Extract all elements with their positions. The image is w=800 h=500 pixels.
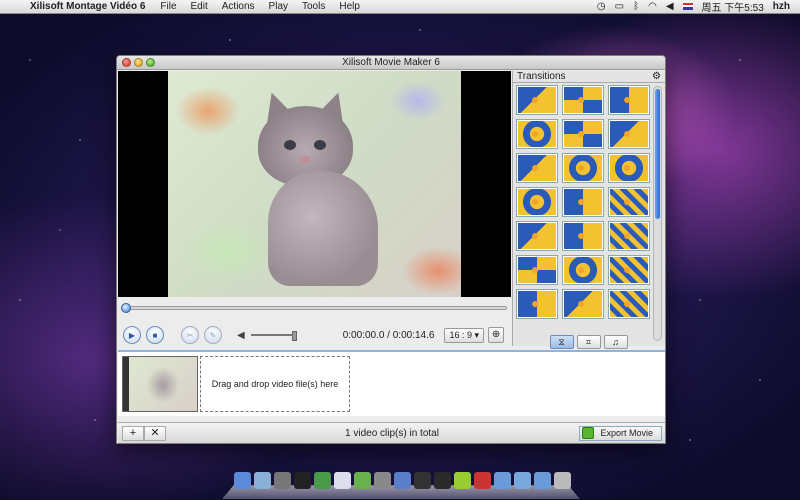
xcode-icon[interactable]	[394, 472, 411, 489]
transition-thumb[interactable]	[562, 85, 604, 115]
stop-button[interactable]: ■	[146, 326, 164, 344]
activity-monitor-icon[interactable]	[414, 472, 431, 489]
documents-folder-icon[interactable]	[514, 472, 531, 489]
app-icon[interactable]	[314, 472, 331, 489]
transitions-panel: Transitions ⚙	[512, 71, 665, 346]
transition-thumb[interactable]	[562, 153, 604, 183]
transition-thumb[interactable]	[516, 221, 558, 251]
menu-file[interactable]: File	[153, 1, 183, 12]
volume-slider[interactable]	[250, 331, 297, 341]
bluetooth-icon[interactable]: ᛒ	[633, 1, 639, 12]
snapshot-target-icon[interactable]: ⊕	[488, 327, 505, 343]
video-preview	[118, 71, 511, 297]
time-machine-icon[interactable]: ◷	[597, 1, 606, 12]
aspect-ratio-value: 16 : 9	[449, 329, 472, 340]
speaker-icon: ◀	[237, 329, 245, 341]
movie-maker-dock-icon[interactable]	[454, 472, 471, 489]
panel-tabs: ⧖ ⌗ ♫	[512, 332, 665, 352]
transition-thumb[interactable]	[608, 119, 650, 149]
transition-thumb[interactable]	[608, 255, 650, 285]
menu-tools[interactable]: Tools	[295, 1, 332, 12]
gear-icon[interactable]: ⚙	[652, 71, 661, 82]
dock	[222, 460, 580, 500]
drop-hint-text: Drag and drop video file(s) here	[211, 379, 339, 389]
split-clip-button[interactable]: ✂	[181, 326, 199, 344]
video-clip-thumbnail[interactable]	[122, 356, 198, 412]
transition-thumb[interactable]	[562, 119, 604, 149]
play-button[interactable]: ▶	[123, 326, 141, 344]
menu-actions[interactable]: Actions	[215, 1, 262, 12]
transitions-scrollbar[interactable]	[653, 86, 662, 341]
aspect-ratio-select[interactable]: 16 : 9 ▾	[444, 327, 485, 343]
film-export-icon	[582, 427, 595, 439]
trash-icon[interactable]	[554, 472, 571, 489]
seek-handle[interactable]	[121, 303, 131, 313]
volume-icon[interactable]: ◀	[666, 1, 674, 12]
transition-thumb[interactable]	[608, 289, 650, 319]
playback-controls: ▶ ■ ✂ ✎ ◀ 0:00:00.0 / 0:00:14.6 16 : 9 ▾…	[123, 324, 508, 346]
drop-zone[interactable]: Drag and drop video file(s) here	[200, 356, 350, 412]
network-icon[interactable]	[374, 472, 391, 489]
app-menu[interactable]: Xilisoft Montage Vidéo 6	[26, 1, 153, 12]
console-icon[interactable]	[434, 472, 451, 489]
remove-clip-button[interactable]: ✕	[144, 425, 166, 441]
system-preferences-icon[interactable]	[274, 472, 291, 489]
minimize-window-button[interactable]	[134, 58, 143, 67]
transition-thumb[interactable]	[608, 85, 650, 115]
transition-thumb[interactable]	[608, 187, 650, 217]
transition-thumb[interactable]	[562, 221, 604, 251]
export-movie-button[interactable]: Export Movie	[579, 425, 662, 441]
zoom-window-button[interactable]	[146, 58, 155, 67]
video-frame	[168, 71, 461, 297]
transition-thumb[interactable]	[516, 187, 558, 217]
add-clip-button[interactable]: +	[122, 425, 144, 441]
transition-grid	[516, 85, 650, 319]
export-movie-label: Export Movie	[600, 428, 653, 438]
applications-folder-icon[interactable]	[494, 472, 511, 489]
edit-clip-button[interactable]: ✎	[204, 326, 222, 344]
app-icon[interactable]	[474, 472, 491, 489]
finder-icon[interactable]	[234, 472, 251, 489]
transition-thumb[interactable]	[516, 119, 558, 149]
menubar-user[interactable]: hzh	[773, 1, 790, 12]
transition-thumb[interactable]	[516, 289, 558, 319]
transition-thumb[interactable]	[516, 153, 558, 183]
music-tab-icon[interactable]: ♫	[603, 335, 628, 349]
menu-play[interactable]: Play	[262, 1, 295, 12]
status-bar: + ✕ 1 video clip(s) in total Export Movi…	[118, 422, 665, 443]
transition-thumb[interactable]	[608, 153, 650, 183]
preview-icon[interactable]	[334, 472, 351, 489]
transition-thumb[interactable]	[608, 221, 650, 251]
window-titlebar[interactable]: Xilisoft Movie Maker 6	[117, 56, 665, 70]
downloads-folder-icon[interactable]	[534, 472, 551, 489]
movie-maker-window: Xilisoft Movie Maker 6 ▶ ■ ✂ ✎ ◀ 0:00:00…	[116, 55, 666, 444]
menu-bar: Xilisoft Montage Vidéo 6 File Edit Actio…	[0, 0, 800, 14]
transition-thumb[interactable]	[562, 255, 604, 285]
playback-time: 0:00:00.0 / 0:00:14.6	[342, 329, 435, 341]
display-icon[interactable]: ▭	[615, 1, 624, 12]
window-title: Xilisoft Movie Maker 6	[342, 57, 440, 68]
menu-edit[interactable]: Edit	[184, 1, 215, 12]
transition-thumb[interactable]	[516, 255, 558, 285]
seek-bar[interactable]	[121, 303, 507, 313]
kitten-video-frame-image	[258, 88, 378, 286]
safari-icon[interactable]	[254, 472, 271, 489]
menu-help[interactable]: Help	[332, 1, 367, 12]
terminal-icon[interactable]	[294, 472, 311, 489]
transitions-scroll-thumb[interactable]	[655, 89, 660, 219]
transitions-tab-icon[interactable]: ⧖	[549, 335, 574, 349]
crop-tab-icon[interactable]: ⌗	[576, 335, 601, 349]
input-source-flag-icon[interactable]	[682, 3, 693, 10]
transition-thumb[interactable]	[562, 289, 604, 319]
close-window-button[interactable]	[122, 58, 131, 67]
transitions-title: Transitions	[517, 71, 566, 82]
transition-thumb[interactable]	[516, 85, 558, 115]
menubar-clock[interactable]: 周五 下午5:53	[702, 0, 764, 14]
qt-creator-icon[interactable]	[354, 472, 371, 489]
wifi-icon[interactable]: ◠	[648, 1, 657, 12]
storyboard: Drag and drop video file(s) here	[118, 350, 665, 416]
transition-thumb[interactable]	[562, 187, 604, 217]
